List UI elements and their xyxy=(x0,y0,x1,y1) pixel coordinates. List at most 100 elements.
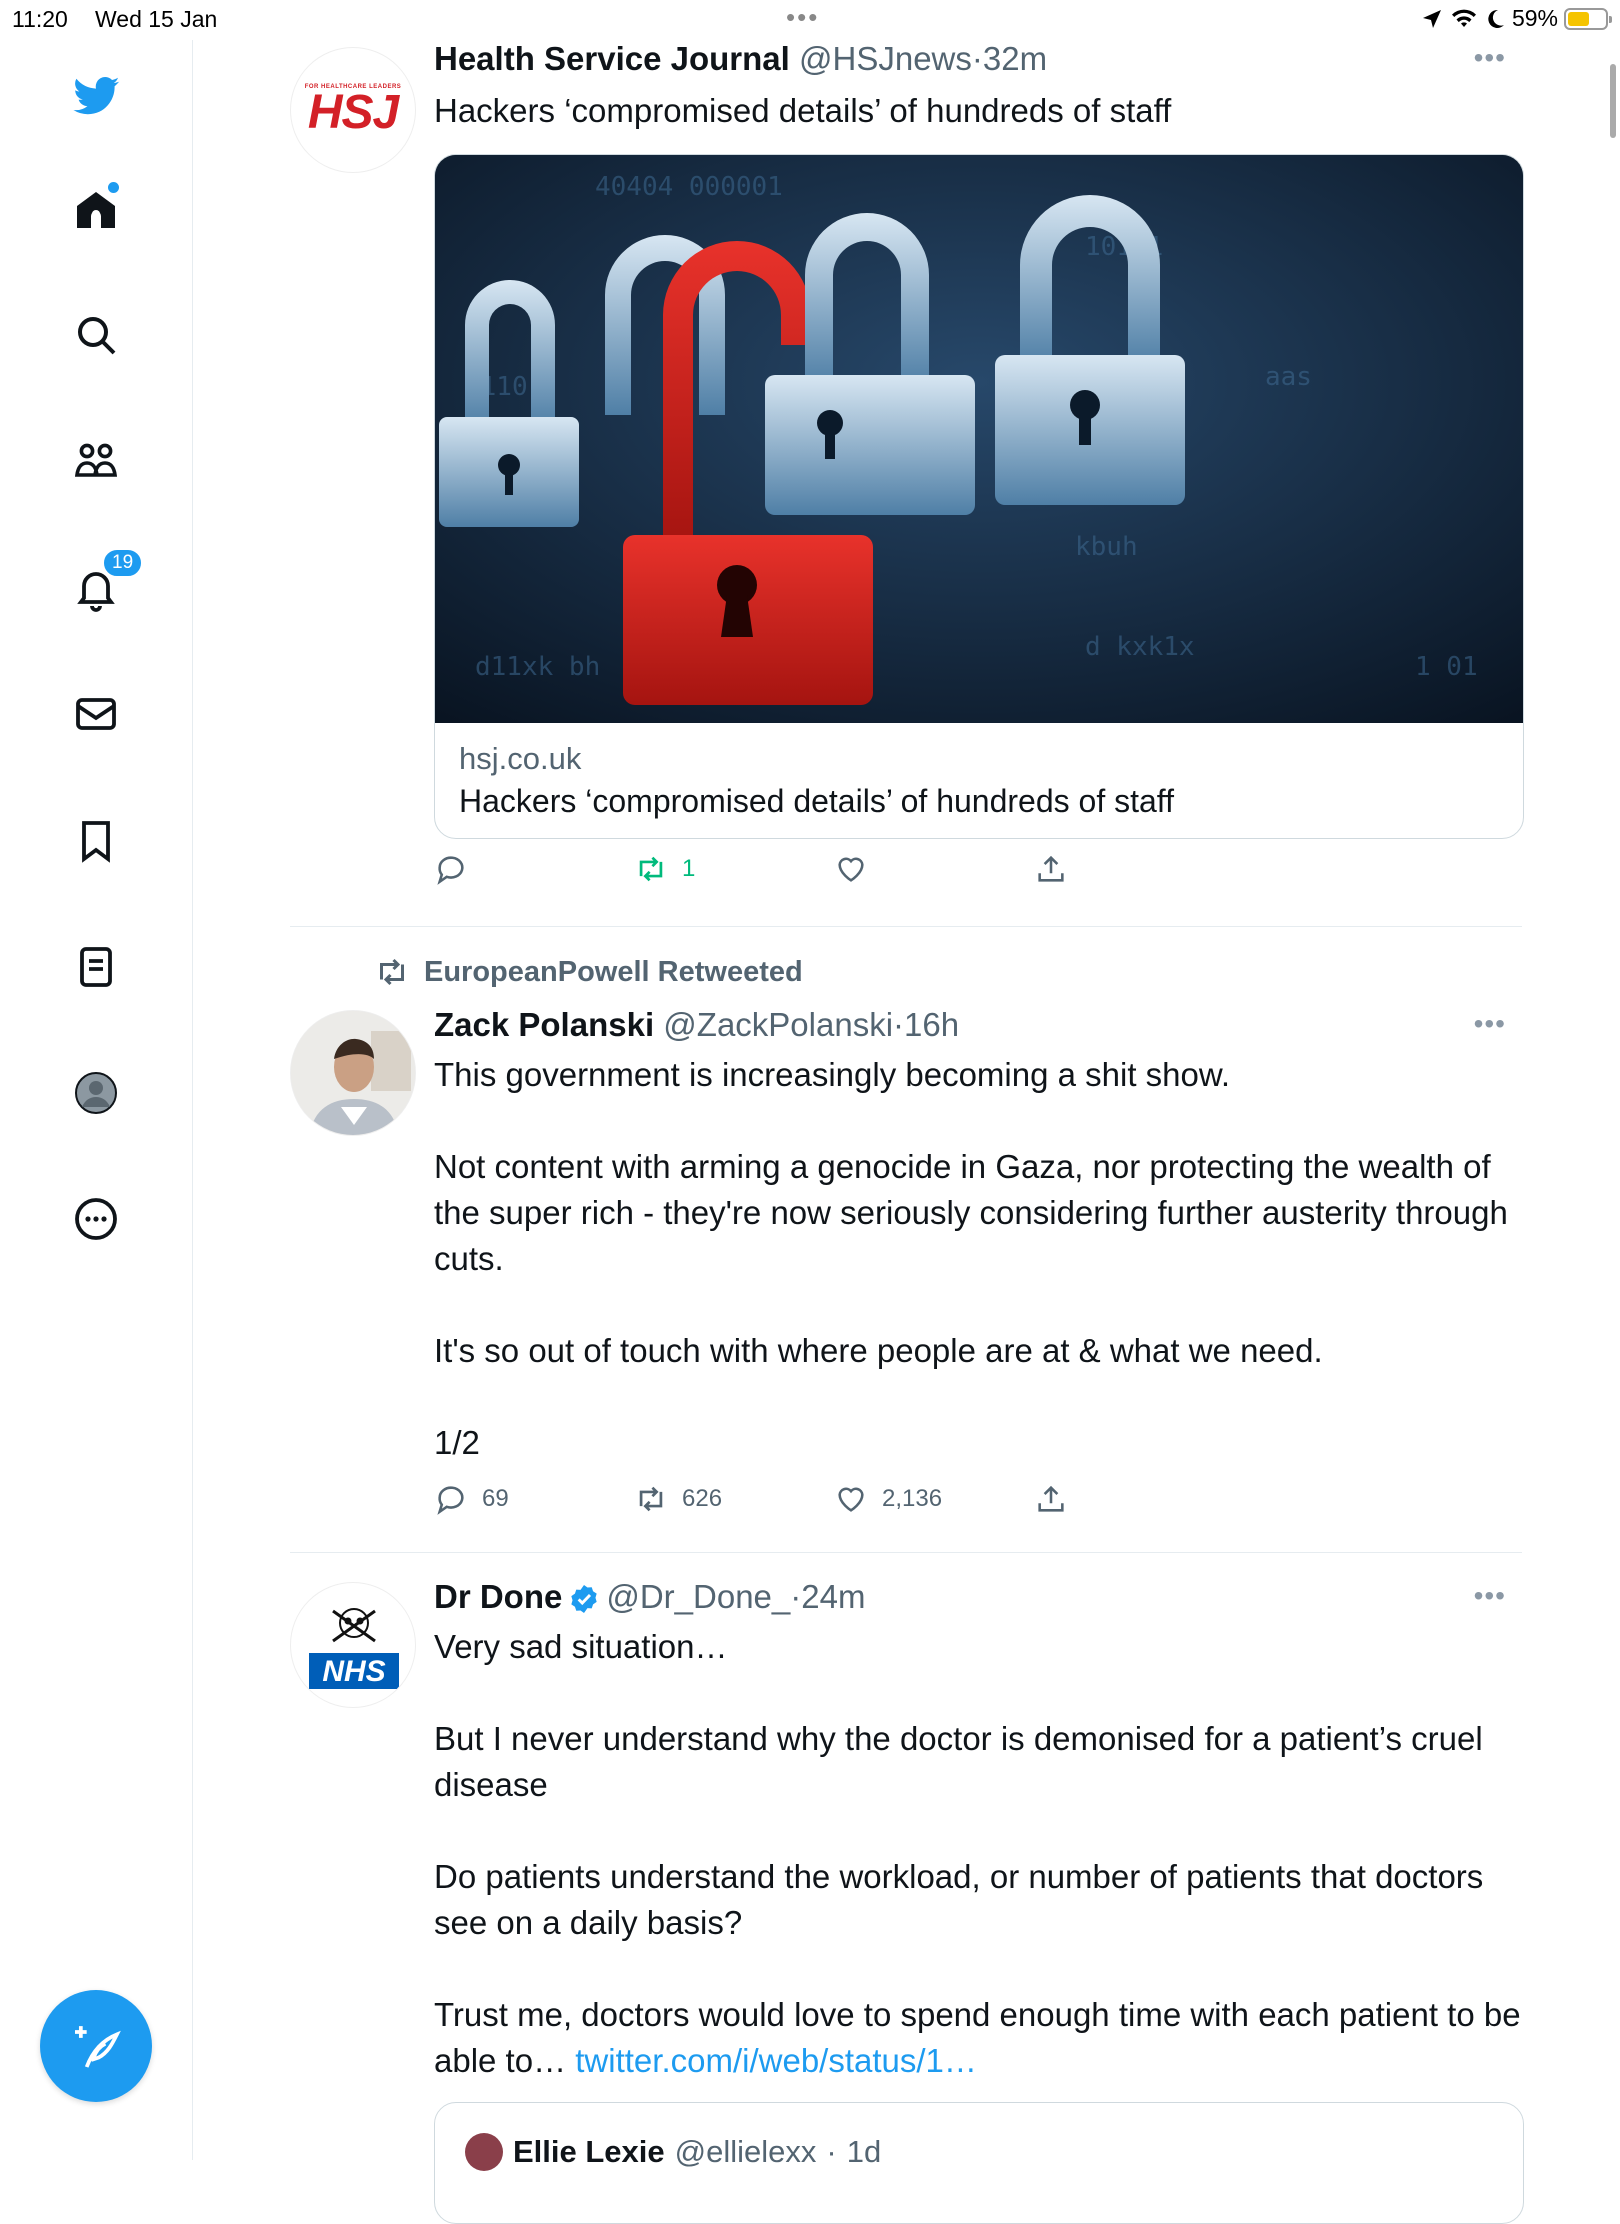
battery-icon xyxy=(1564,7,1612,30)
more-options-icon[interactable]: ••• xyxy=(1474,1008,1506,1040)
tweet-link[interactable]: twitter.com/i/web/status/1… xyxy=(575,2042,977,2079)
heart-icon xyxy=(838,857,864,882)
tweet-paragraph: Very sad situation… xyxy=(434,1628,728,1665)
skull-nhs-logo: NHS xyxy=(309,1608,399,1689)
tweet-paragraph: Do patients understand the workload, or … xyxy=(434,1858,1484,1941)
link-card[interactable]: 40404 000001 10101 1110 pla aas kbuh d k… xyxy=(434,154,1524,839)
author-name[interactable]: Health Service Journal xyxy=(434,40,790,77)
retweet-count: 1 xyxy=(682,855,696,882)
retweeted-by[interactable]: EuropeanPowell Retweeted xyxy=(374,954,803,990)
notifications-badge: 19 xyxy=(102,548,144,578)
scrollbar[interactable] xyxy=(1610,64,1616,138)
share-button[interactable] xyxy=(1034,1482,1068,1516)
reply-icon xyxy=(437,856,464,885)
tweet-paragraph: Not content with arming a genocide in Ga… xyxy=(434,1148,1508,1277)
heart-icon xyxy=(838,1487,864,1512)
share-icon xyxy=(1038,855,1064,882)
tweet-divider xyxy=(290,926,1522,927)
lists-icon[interactable] xyxy=(60,931,132,1003)
tweet-dr-done[interactable]: NHS Dr Done @Dr_Done_·24m ••• Very sad si… xyxy=(290,1568,1524,2224)
tweet-paragraph: Trust me, doctors would love to spend en… xyxy=(434,1992,1522,2084)
wifi-icon xyxy=(1451,9,1476,27)
card-image-padlocks: 40404 000001 10101 1110 pla aas kbuh d k… xyxy=(435,155,1523,723)
home-icon[interactable] xyxy=(60,174,132,246)
status-bar: 11:20 Wed 15 Jan ••• 59% xyxy=(0,0,1620,40)
more-options-icon[interactable] xyxy=(60,1183,132,1255)
tweet-paragraph: It's so out of touch with where people a… xyxy=(434,1332,1323,1369)
svg-text:kbuh: kbuh xyxy=(1075,532,1138,562)
quoted-avatar xyxy=(465,2133,503,2171)
svg-text:d11xk bh: d11xk bh xyxy=(475,652,600,682)
tweet-text: Very sad situation… But I never understa… xyxy=(434,1624,1522,2084)
home-unread-dot xyxy=(108,182,119,193)
svg-text:40404 000001: 40404 000001 xyxy=(595,172,783,202)
author-handle[interactable]: @ZackPolanski xyxy=(663,1006,893,1043)
quoted-author-handle: @ellielexx xyxy=(674,2134,817,2169)
reply-button[interactable] xyxy=(434,852,482,886)
tweet-text: This government is increasingly becoming… xyxy=(434,1052,1522,1466)
quoted-author-name: Ellie Lexie xyxy=(513,2134,665,2169)
author-handle[interactable]: @HSJnews xyxy=(799,40,972,77)
tweet-hsj[interactable]: FOR HEALTHCARE LEADERS HSJ Health Servic… xyxy=(290,40,1524,920)
card-domain: hsj.co.uk xyxy=(459,741,582,776)
padlocks-illustration: 40404 000001 10101 1110 pla aas kbuh d k… xyxy=(435,155,1523,723)
tweet-paragraph: 1/2 xyxy=(434,1424,480,1461)
tweet-header: Zack Polanski @ZackPolanski·16h xyxy=(434,1006,960,1043)
retweet-button[interactable]: 626 xyxy=(634,1482,722,1516)
reply-button[interactable]: 69 xyxy=(434,1482,509,1516)
tweet-paragraph: This government is increasingly becoming… xyxy=(434,1056,1231,1093)
status-time: 11:20 xyxy=(12,6,68,32)
author-name[interactable]: Dr Done xyxy=(434,1578,562,1615)
retweeted-by-label: EuropeanPowell Retweeted xyxy=(424,955,803,988)
multitasking-dots-icon[interactable]: ••• xyxy=(786,2,819,33)
hsj-logo-text: HSJ xyxy=(307,86,399,139)
tweet-divider xyxy=(290,1552,1522,1553)
status-indicators: 59% xyxy=(1420,5,1612,32)
reply-icon xyxy=(437,1486,464,1515)
verified-badge-icon xyxy=(571,1585,598,1614)
bookmarks-icon[interactable] xyxy=(60,805,132,877)
like-button[interactable] xyxy=(834,852,882,886)
retweet-button[interactable]: 1 xyxy=(634,852,695,886)
more-options-icon[interactable]: ••• xyxy=(1474,42,1506,74)
tweet-header: Dr Done @Dr_Done_·24m xyxy=(434,1578,866,1615)
retweet-icon xyxy=(639,856,663,882)
status-date: Wed 15 Jan xyxy=(95,6,218,32)
retweet-small-icon xyxy=(380,958,404,986)
profile-avatar-icon[interactable] xyxy=(60,1057,132,1129)
author-handle[interactable]: @Dr_Done_ xyxy=(606,1578,790,1615)
like-count: 2,136 xyxy=(882,1485,943,1512)
tweet-time[interactable]: 32m xyxy=(983,40,1047,77)
tweet-time[interactable]: 24m xyxy=(801,1578,865,1615)
twitter-logo-icon[interactable] xyxy=(60,60,132,132)
retweet-count: 626 xyxy=(682,1485,723,1512)
retweet-icon xyxy=(639,1486,663,1512)
tweet-header: Health Service Journal @HSJnews·32m xyxy=(434,40,1048,77)
quoted-tweet[interactable]: Ellie Lexie @ellielexx · 1d xyxy=(434,2102,1524,2224)
zack-avatar[interactable] xyxy=(290,1010,416,1136)
like-button[interactable]: 2,136 xyxy=(834,1482,942,1516)
notifications-bell-icon[interactable]: 19 xyxy=(60,548,144,624)
more-options-icon[interactable]: ••• xyxy=(1474,1580,1506,1612)
nhs-logo-text: NHS xyxy=(322,1655,385,1688)
tweet-time[interactable]: 16h xyxy=(904,1006,959,1043)
reply-count: 69 xyxy=(482,1485,509,1512)
quoted-tweet-header: Ellie Lexie @ellielexx · 1d xyxy=(465,2133,881,2171)
tweet-text: Hackers ‘compromised details’ of hundred… xyxy=(434,92,1172,129)
search-icon[interactable] xyxy=(60,299,132,371)
svg-text:d kxk1x: d kxk1x xyxy=(1085,632,1195,662)
compose-tweet-button[interactable] xyxy=(40,1990,152,2102)
compose-feather-icon xyxy=(75,2026,121,2068)
tweet-zack-polanski[interactable]: EuropeanPowell Retweeted Zack Polanski @… xyxy=(290,950,1522,1515)
tweet-actions: 69 626 2,136 xyxy=(434,1482,1134,1522)
communities-icon[interactable] xyxy=(60,425,132,497)
dr-done-avatar[interactable]: NHS xyxy=(290,1582,416,1708)
messages-envelope-icon[interactable] xyxy=(60,678,132,750)
location-icon xyxy=(1422,9,1441,28)
svg-text:1 01: 1 01 xyxy=(1415,652,1478,682)
sidebar: 19 xyxy=(0,40,193,2160)
quoted-time: 1d xyxy=(846,2134,882,2169)
share-button[interactable] xyxy=(1034,852,1068,886)
hsj-avatar[interactable]: FOR HEALTHCARE LEADERS HSJ xyxy=(290,47,416,173)
author-name[interactable]: Zack Polanski xyxy=(434,1006,654,1043)
